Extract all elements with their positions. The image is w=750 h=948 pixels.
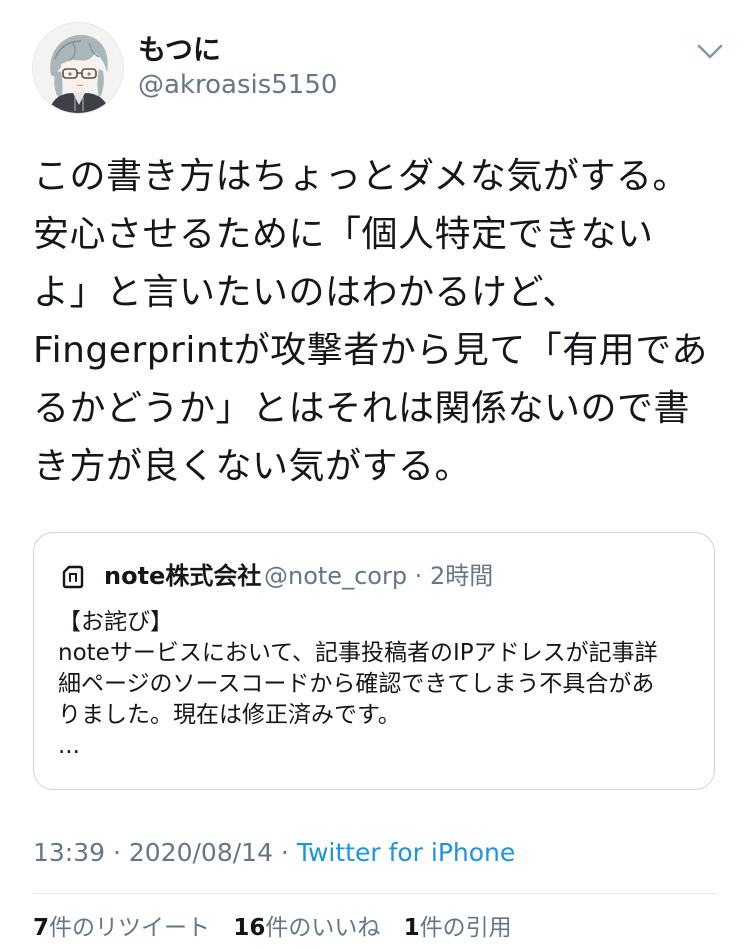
anime-character-avatar-icon	[33, 23, 123, 113]
retweets-stat[interactable]: 7件のリツイート	[33, 915, 210, 941]
quoted-author-name: note株式会社	[104, 562, 262, 590]
author-avatar[interactable]	[32, 22, 124, 114]
quotes-count: 1	[403, 915, 420, 941]
tweet-text-line: よ」と言いたいのはわかるけど、	[33, 272, 579, 313]
quotes-stat[interactable]: 1件の引用	[404, 915, 512, 941]
author-handle[interactable]: @akroasis5150	[138, 68, 337, 102]
likes-label: 件のいいね	[265, 915, 381, 941]
tweet-text-line: Fingerprintが攻撃者から見て「有用であ	[33, 330, 708, 371]
tweet-text-line: き方が良くない気がする。	[33, 446, 472, 487]
likes-stat[interactable]: 16件のいいね	[233, 915, 380, 941]
tweet-text-line: るかどうか」とはそれは関係ないので書	[33, 388, 691, 429]
quoted-text-line: 細ページのソースコードから確認できてしまう不具合があ	[58, 671, 655, 697]
author-display-name[interactable]: もつに	[138, 32, 221, 68]
retweets-count: 7	[33, 915, 50, 941]
tweet-stats: 7件のリツイート 16件のいいね 1件の引用	[33, 912, 528, 944]
quoted-text-line: ...	[58, 733, 80, 759]
quoted-text-line: りました。現在は修正済みです。	[58, 702, 401, 728]
quoted-tweet-text: 【お詫び】 noteサービスにおいて、記事投稿者のIPアドレスが記事詳 細ページ…	[58, 607, 698, 762]
quoted-text-line: noteサービスにおいて、記事投稿者のIPアドレスが記事詳	[58, 640, 658, 666]
tweet-meta: 13:39 · 2020/08/14 · Twitter for iPhone	[33, 836, 515, 870]
tweet-source-link[interactable]: Twitter for iPhone	[297, 838, 515, 867]
likes-count: 16	[233, 915, 266, 941]
quoted-author-handle-time: @note_corp · 2時間	[264, 562, 494, 590]
retweets-label: 件のリツイート	[49, 915, 211, 941]
note-logo-icon	[62, 565, 84, 589]
quotes-label: 件の引用	[419, 915, 512, 941]
tweet-timestamp[interactable]: 13:39 · 2020/08/14 ·	[33, 838, 297, 867]
tweet-text-line: この書き方はちょっとダメな気がする。	[33, 156, 689, 197]
divider	[33, 893, 717, 894]
quoted-text-line: 【お詫び】	[58, 609, 173, 635]
chevron-down-icon[interactable]	[692, 36, 728, 66]
tweet-text-line: 安心させるために「個人特定できない	[33, 214, 654, 255]
tweet-detail: もつに @akroasis5150 この書き方はちょっとダメな気がする。 安心さ…	[0, 0, 750, 948]
quoted-tweet-card[interactable]: note株式会社 @note_corp · 2時間 【お詫び】 noteサービス…	[33, 532, 715, 790]
tweet-text: この書き方はちょっとダメな気がする。 安心させるために「個人特定できない よ」と…	[33, 148, 723, 496]
